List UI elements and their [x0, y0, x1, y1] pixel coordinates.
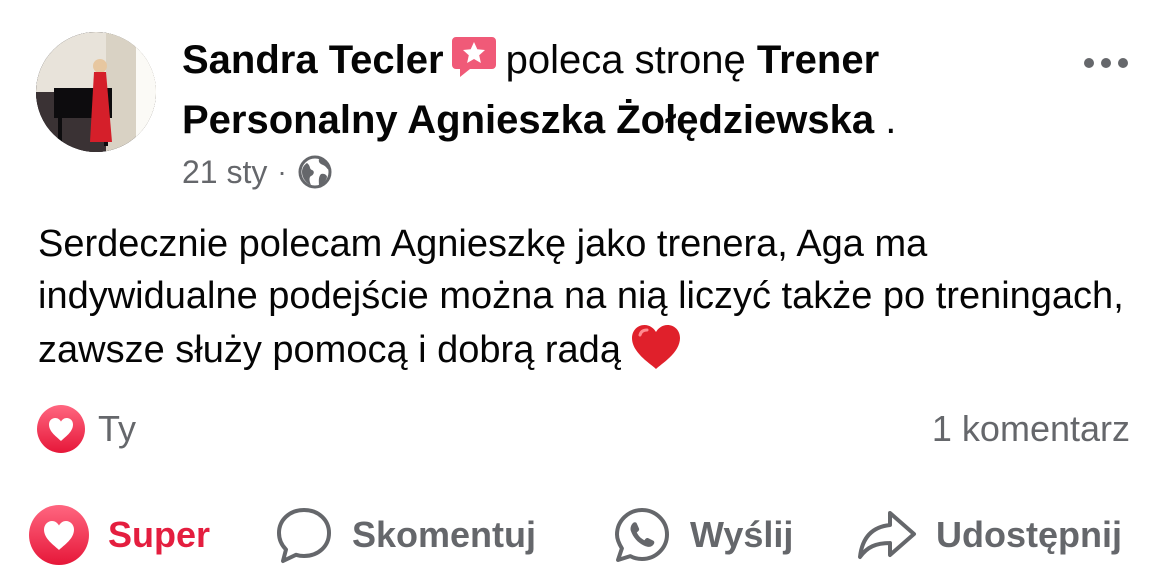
- recommendation-badge-icon: [450, 33, 498, 81]
- more-options-dot: [1118, 58, 1128, 68]
- send-label: Wyślij: [690, 514, 794, 555]
- super-reaction-button[interactable]: Super: [28, 500, 210, 570]
- action-bar: Super Skomentuj Wyślij Udostępnij: [0, 500, 1170, 570]
- post-meta: 21 sty ·: [182, 150, 333, 194]
- red-heart-icon: [629, 322, 683, 372]
- more-options-dot: [1101, 58, 1111, 68]
- post-text: Serdecznie polecam Agnieszkę jako trener…: [38, 218, 1138, 376]
- share-arrow-icon: [856, 505, 918, 565]
- send-whatsapp-button[interactable]: Wyślij: [612, 500, 793, 570]
- more-options-button[interactable]: [1080, 50, 1132, 76]
- author-avatar[interactable]: [36, 32, 156, 152]
- globe-icon[interactable]: [297, 154, 333, 190]
- comment-bubble-icon: [274, 505, 334, 565]
- comment-button[interactable]: Skomentuj: [274, 500, 536, 570]
- reactions-who: Ty: [98, 408, 137, 449]
- trailing-period: .: [874, 98, 897, 142]
- post-header: Sandra Tecler poleca stronę Trener Perso…: [182, 30, 1022, 150]
- meta-separator: ·: [277, 156, 287, 187]
- share-button[interactable]: Udostępnij: [856, 500, 1122, 570]
- comment-count-link[interactable]: 1 komentarz: [932, 404, 1130, 454]
- love-reaction-icon: [28, 504, 90, 566]
- post-body-text: Serdecznie polecam Agnieszkę jako trener…: [38, 223, 1124, 371]
- post-date[interactable]: 21 sty: [182, 154, 267, 191]
- more-options-icon: [1084, 58, 1094, 68]
- action-text: poleca stronę: [505, 38, 746, 82]
- love-reaction-icon: [36, 404, 86, 454]
- super-label: Super: [108, 514, 211, 555]
- whatsapp-icon: [612, 505, 672, 565]
- author-name[interactable]: Sandra Tecler: [182, 38, 444, 82]
- reactions-summary[interactable]: Ty: [36, 404, 136, 454]
- comment-label: Skomentuj: [352, 514, 537, 555]
- share-label: Udostępnij: [936, 514, 1122, 555]
